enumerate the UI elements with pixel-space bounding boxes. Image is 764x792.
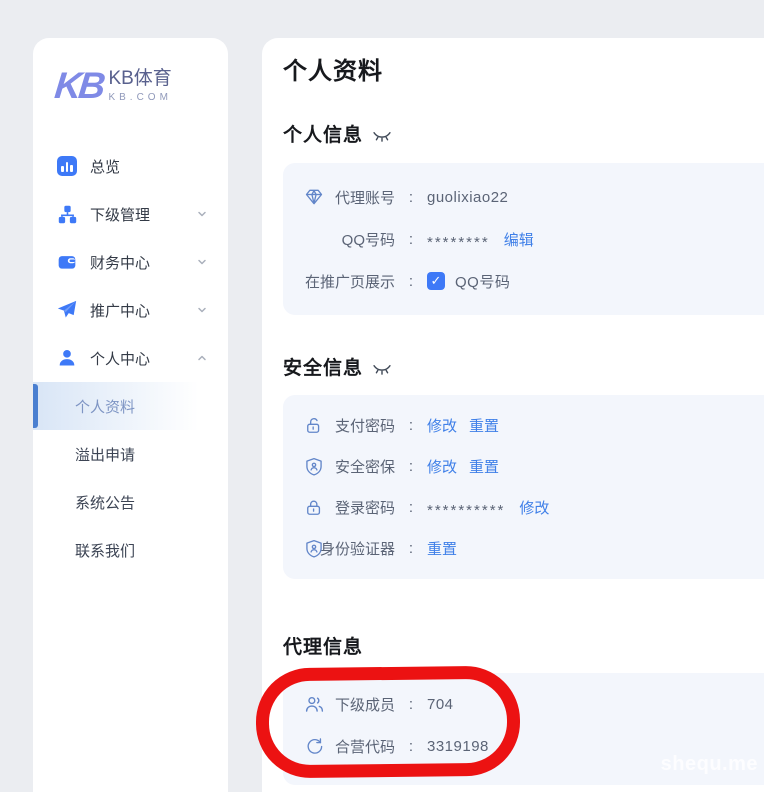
modify-link[interactable]: 修改: [427, 456, 457, 477]
watermark: shequ.me: [661, 753, 758, 776]
security-info-card: 支付密码 : 修改 重置 安全密保 : 修改 重置: [283, 395, 764, 579]
sidebar-item-label: 财务中心: [90, 252, 196, 273]
field-label: QQ号码: [303, 229, 395, 250]
sidebar-item-label: 个人中心: [90, 348, 196, 369]
promo-display-row: 在推广页展示 : ✓ QQ号码: [283, 260, 764, 302]
kb-logo-title: KB体育: [108, 68, 171, 90]
bar-chart-icon: [57, 156, 77, 176]
modify-link[interactable]: 修改: [427, 415, 457, 436]
subordinate-members-value: 704: [427, 696, 454, 713]
modify-link[interactable]: 修改: [519, 497, 549, 518]
eye-closed-icon: [372, 362, 392, 377]
subordinate-members-row: 下级成员 : 704: [283, 683, 764, 725]
personal-info-card: 代理账号 : guolixiao22 QQ号码 : ******** 编辑 在推…: [283, 163, 764, 315]
wallet-icon: [57, 252, 77, 272]
submenu-label: 个人资料: [75, 396, 135, 417]
shield-user-icon: [303, 538, 325, 560]
sidebar: KB KB体育 KB.COM 总览 下级管理: [33, 38, 228, 792]
hierarchy-icon: [57, 204, 77, 224]
page-title: 个人资料: [283, 56, 764, 88]
login-password-row: 登录密码 : ********** 修改: [283, 487, 764, 528]
qq-display-checkbox[interactable]: ✓: [427, 272, 445, 290]
sidebar-item-label: 总览: [90, 156, 208, 177]
reset-link[interactable]: 重置: [427, 538, 457, 559]
submenu-label: 系统公告: [75, 492, 135, 513]
agent-account-value: guolixiao22: [427, 189, 508, 206]
shield-user-icon: [303, 456, 325, 478]
login-password-masked: **********: [427, 496, 505, 519]
qq-number-row: QQ号码 : ******** 编辑: [283, 218, 764, 260]
sidebar-item-label: 下级管理: [90, 204, 196, 225]
sidebar-item-finance[interactable]: 财务中心: [33, 238, 228, 286]
field-label: 在推广页展示: [303, 271, 395, 292]
checkbox-label: QQ号码: [455, 271, 510, 292]
authenticator-row: 身份验证器 : 重置: [283, 528, 764, 569]
agent-account-row: 代理账号 : guolixiao22: [283, 176, 764, 218]
kb-logo-subtitle: KB.COM: [108, 92, 171, 103]
sidebar-item-promotion[interactable]: 推广中心: [33, 286, 228, 334]
sidebar-item-subordinates[interactable]: 下级管理: [33, 190, 228, 238]
reset-link[interactable]: 重置: [469, 456, 499, 477]
refresh-icon: [303, 735, 325, 757]
paper-plane-icon: [57, 300, 77, 320]
chevron-down-icon: [196, 208, 208, 220]
kb-logo-mark: KB: [53, 67, 104, 104]
sidebar-menu: 总览 下级管理 财务中心: [33, 142, 228, 574]
eye-closed-icon: [372, 129, 392, 144]
sidebar-subitem-contact-us[interactable]: 联系我们: [33, 526, 228, 574]
reset-link[interactable]: 重置: [469, 415, 499, 436]
qq-number-masked: ********: [427, 228, 490, 251]
pay-password-row: 支付密码 : 修改 重置: [283, 405, 764, 446]
main-panel: 个人资料 个人信息 代理账号 : guolixiao22 QQ号码 : ****…: [262, 38, 764, 792]
submenu-label: 溢出申请: [75, 444, 135, 465]
submenu-label: 联系我们: [75, 540, 135, 561]
section-title-personal: 个人信息: [283, 124, 363, 148]
sidebar-item-personal-center[interactable]: 个人中心: [33, 334, 228, 382]
edit-link[interactable]: 编辑: [504, 229, 534, 250]
sidebar-subitem-overflow-request[interactable]: 溢出申请: [33, 430, 228, 478]
gem-icon: [303, 186, 325, 208]
user-icon: [57, 348, 77, 368]
lock-open-icon: [303, 415, 325, 437]
chevron-up-icon: [196, 352, 208, 364]
sidebar-subitem-system-notice[interactable]: 系统公告: [33, 478, 228, 526]
chevron-down-icon: [196, 256, 208, 268]
users-icon: [303, 693, 325, 715]
section-title-security: 安全信息: [283, 357, 363, 381]
affiliate-code-value: 3319198: [427, 738, 489, 755]
sidebar-item-overview[interactable]: 总览: [33, 142, 228, 190]
kb-logo: KB KB体育 KB.COM: [33, 38, 228, 108]
security-question-row: 安全密保 : 修改 重置: [283, 446, 764, 487]
lock-icon: [303, 497, 325, 519]
chevron-down-icon: [196, 304, 208, 316]
section-title-agent: 代理信息: [283, 636, 363, 660]
sidebar-item-label: 推广中心: [90, 300, 196, 321]
sidebar-subitem-profile[interactable]: 个人资料: [33, 382, 228, 430]
